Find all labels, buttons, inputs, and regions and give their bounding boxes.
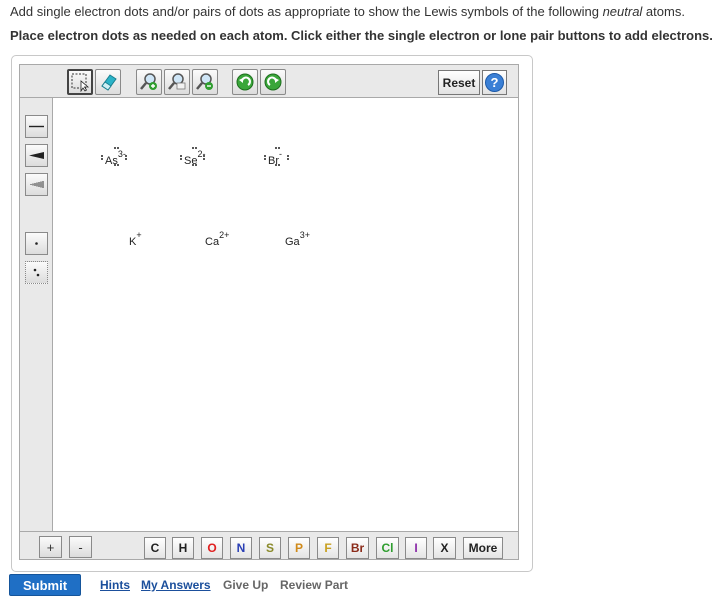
marquee-select-icon [71, 73, 90, 92]
redo-button[interactable] [260, 69, 286, 95]
question-instruction: Add single electron dots and/or pairs of… [10, 4, 685, 19]
atom-selenium[interactable]: Se2- [180, 147, 205, 167]
wedge-bond-button[interactable] [25, 144, 48, 167]
element-button-more[interactable]: More [463, 537, 503, 559]
zoom-reset-button[interactable] [164, 69, 190, 95]
submit-button[interactable]: Submit [9, 574, 81, 596]
element-button-i[interactable]: I [405, 537, 427, 559]
zoom-out-icon [196, 73, 213, 90]
atom-charge: + [136, 230, 142, 240]
help-button[interactable]: ? [482, 70, 507, 95]
single-bond-icon [29, 125, 44, 128]
atom-charge: 3+ [299, 230, 310, 240]
element-button-p[interactable]: P [288, 537, 310, 559]
left-toolbar [20, 98, 53, 531]
marquee-select-button[interactable] [67, 69, 93, 95]
single-electron-icon [35, 242, 38, 245]
element-button-f[interactable]: F [317, 537, 339, 559]
top-toolbar: Reset ? [20, 65, 518, 98]
atom-symbol: Ca [205, 235, 220, 248]
atom-charge: - [279, 149, 282, 159]
element-button-c[interactable]: C [144, 537, 166, 559]
element-button-h[interactable]: H [172, 537, 194, 559]
my-answers-link[interactable]: My Answers [141, 578, 211, 592]
atom-arsenic[interactable]: As3- [101, 147, 127, 167]
eraser-icon [101, 74, 117, 91]
redo-icon [264, 73, 282, 91]
hints-link[interactable]: Hints [100, 578, 130, 592]
review-part-link[interactable]: Review Part [280, 578, 348, 592]
zoom-in-button[interactable] [136, 69, 162, 95]
element-button-br[interactable]: Br [346, 537, 369, 559]
atom-bromine[interactable]: Br- [264, 147, 289, 167]
marvin-sketcher: Reset ? As3- Se2- Br- K+ Ca2+ Ga3+ + - C… [19, 64, 519, 560]
help-icon: ? [485, 73, 504, 92]
lone-pair-icon [33, 268, 40, 277]
element-button-cl[interactable]: Cl [376, 537, 399, 559]
hash-bond-icon [30, 181, 44, 188]
zoom-out-button[interactable] [192, 69, 218, 95]
single-bond-button[interactable] [25, 115, 48, 138]
zoom-minus-button[interactable]: - [69, 536, 92, 558]
zoom-plus-button[interactable]: + [39, 536, 62, 558]
zoom-reset-icon [168, 73, 186, 90]
eraser-button[interactable] [95, 69, 121, 95]
atom-calcium[interactable]: Ca2+ [205, 230, 230, 248]
reset-button[interactable]: Reset [438, 70, 480, 95]
atom-charge: 2+ [219, 230, 230, 240]
element-button-x[interactable]: X [433, 537, 456, 559]
wedge-bond-icon [29, 152, 44, 159]
undo-button[interactable] [232, 69, 258, 95]
atom-potassium[interactable]: K+ [129, 230, 142, 248]
undo-icon [236, 73, 254, 91]
single-electron-button[interactable] [25, 232, 48, 255]
lone-pair-button[interactable] [25, 261, 48, 284]
atom-gallium[interactable]: Ga3+ [285, 230, 310, 248]
element-button-o[interactable]: O [201, 537, 223, 559]
zoom-in-icon [140, 73, 157, 90]
element-button-s[interactable]: S [259, 537, 281, 559]
give-up-link[interactable]: Give Up [223, 578, 268, 592]
atom-symbol: Ga [285, 235, 300, 248]
question-directions: Place electron dots as needed on each at… [10, 28, 713, 43]
element-button-n[interactable]: N [230, 537, 252, 559]
hash-bond-button[interactable] [25, 173, 48, 196]
drawing-canvas[interactable]: As3- Se2- Br- K+ Ca2+ Ga3+ [53, 98, 518, 531]
